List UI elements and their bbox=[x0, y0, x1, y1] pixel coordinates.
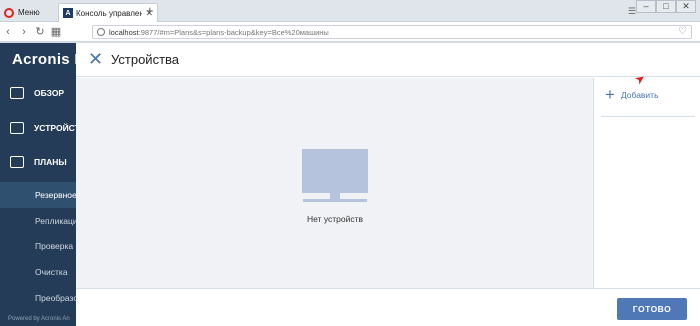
window-controls: – □ ✕ bbox=[636, 0, 696, 13]
bookmark-heart-icon[interactable]: ♡ bbox=[678, 26, 687, 37]
url-path: :9877/#m=Plans&s=plans-backup&key=Все%20… bbox=[138, 27, 329, 37]
done-button[interactable]: ГОТОВО bbox=[617, 298, 687, 320]
maximize-icon[interactable]: □ bbox=[656, 0, 676, 13]
dialog-title: Устройства bbox=[111, 52, 180, 67]
url-host: localhost bbox=[109, 27, 139, 37]
sidebar-item-plans[interactable]: ПЛАНЫ bbox=[0, 156, 76, 168]
plans-icon bbox=[10, 156, 24, 168]
devices-list-area: Нет устройств bbox=[76, 78, 594, 288]
powered-by-text: Powered by Acronis An bbox=[8, 316, 70, 322]
browser-tab[interactable]: A Консоль управления резер ✕ bbox=[58, 3, 158, 22]
url-field[interactable]: localhost :9877/#m=Plans&s=plans-backup&… bbox=[92, 25, 692, 39]
speed-dial-icon[interactable]: ▦ bbox=[48, 25, 64, 38]
tab-menu-icon[interactable]: ☰ bbox=[628, 6, 636, 17]
dialog-header: ✕ Устройства bbox=[76, 43, 700, 77]
minimize-icon[interactable]: – bbox=[636, 0, 656, 13]
actions-panel: + Добавить ➤ bbox=[595, 70, 700, 288]
monitor-base bbox=[303, 199, 367, 202]
add-label: Добавить bbox=[620, 89, 659, 100]
tab-title: Консоль управления резер bbox=[76, 8, 143, 18]
browser-tab-bar: Меню A Консоль управления резер ✕ + ☰ – … bbox=[0, 0, 700, 22]
sidebar-item-label: ПЛАНЫ bbox=[34, 157, 67, 167]
close-window-icon[interactable]: ✕ bbox=[676, 0, 696, 13]
forward-icon[interactable]: › bbox=[16, 26, 32, 38]
address-bar: ‹ › ↻ ▦ localhost :9877/#m=Plans&s=plans… bbox=[0, 22, 700, 42]
sidebar-item-overview[interactable]: ОБЗОР bbox=[0, 87, 76, 99]
monitor-icon bbox=[10, 122, 24, 134]
close-icon[interactable]: ✕ bbox=[88, 50, 103, 68]
divider bbox=[601, 116, 695, 117]
sidebar-subitem-cleanup[interactable]: Очистка bbox=[0, 259, 76, 285]
opera-menu-button[interactable]: Меню bbox=[4, 3, 48, 22]
opera-icon bbox=[4, 7, 14, 18]
back-icon[interactable]: ‹ bbox=[0, 26, 16, 38]
sidebar-subitem-validation[interactable]: Проверка bbox=[0, 233, 76, 259]
sidebar-subitem-replication[interactable]: Репликаци bbox=[0, 208, 76, 234]
empty-monitor-icon bbox=[302, 149, 368, 193]
devices-dialog: ✕ Устройства Нет устройств + Добавить ➤ … bbox=[76, 43, 700, 326]
menu-label: Меню bbox=[18, 8, 40, 17]
sidebar-subitem-conversion[interactable]: Преобразо bbox=[0, 285, 76, 311]
sidebar: Acronis B ОБЗОР УСТРОЙСТВ ПЛАНЫ Резервно… bbox=[0, 43, 76, 326]
add-device-button[interactable]: + Добавить bbox=[605, 86, 659, 103]
sidebar-item-label: ОБЗОР bbox=[34, 88, 65, 98]
sidebar-item-label: УСТРОЙСТВ bbox=[34, 123, 76, 133]
sidebar-item-devices[interactable]: УСТРОЙСТВ bbox=[0, 122, 76, 134]
plus-icon: + bbox=[605, 85, 615, 104]
dialog-footer: ГОТОВО bbox=[76, 288, 700, 326]
dashboard-icon bbox=[10, 87, 24, 99]
sidebar-subitem-backup[interactable]: Резервное bbox=[0, 182, 76, 208]
acronis-favicon: A bbox=[63, 8, 73, 18]
reload-icon[interactable]: ↻ bbox=[32, 25, 48, 38]
new-tab-icon[interactable]: + bbox=[146, 3, 154, 18]
globe-icon bbox=[97, 28, 105, 36]
empty-state-text: Нет устройств bbox=[307, 214, 363, 224]
acronis-logo: Acronis B bbox=[12, 51, 76, 68]
